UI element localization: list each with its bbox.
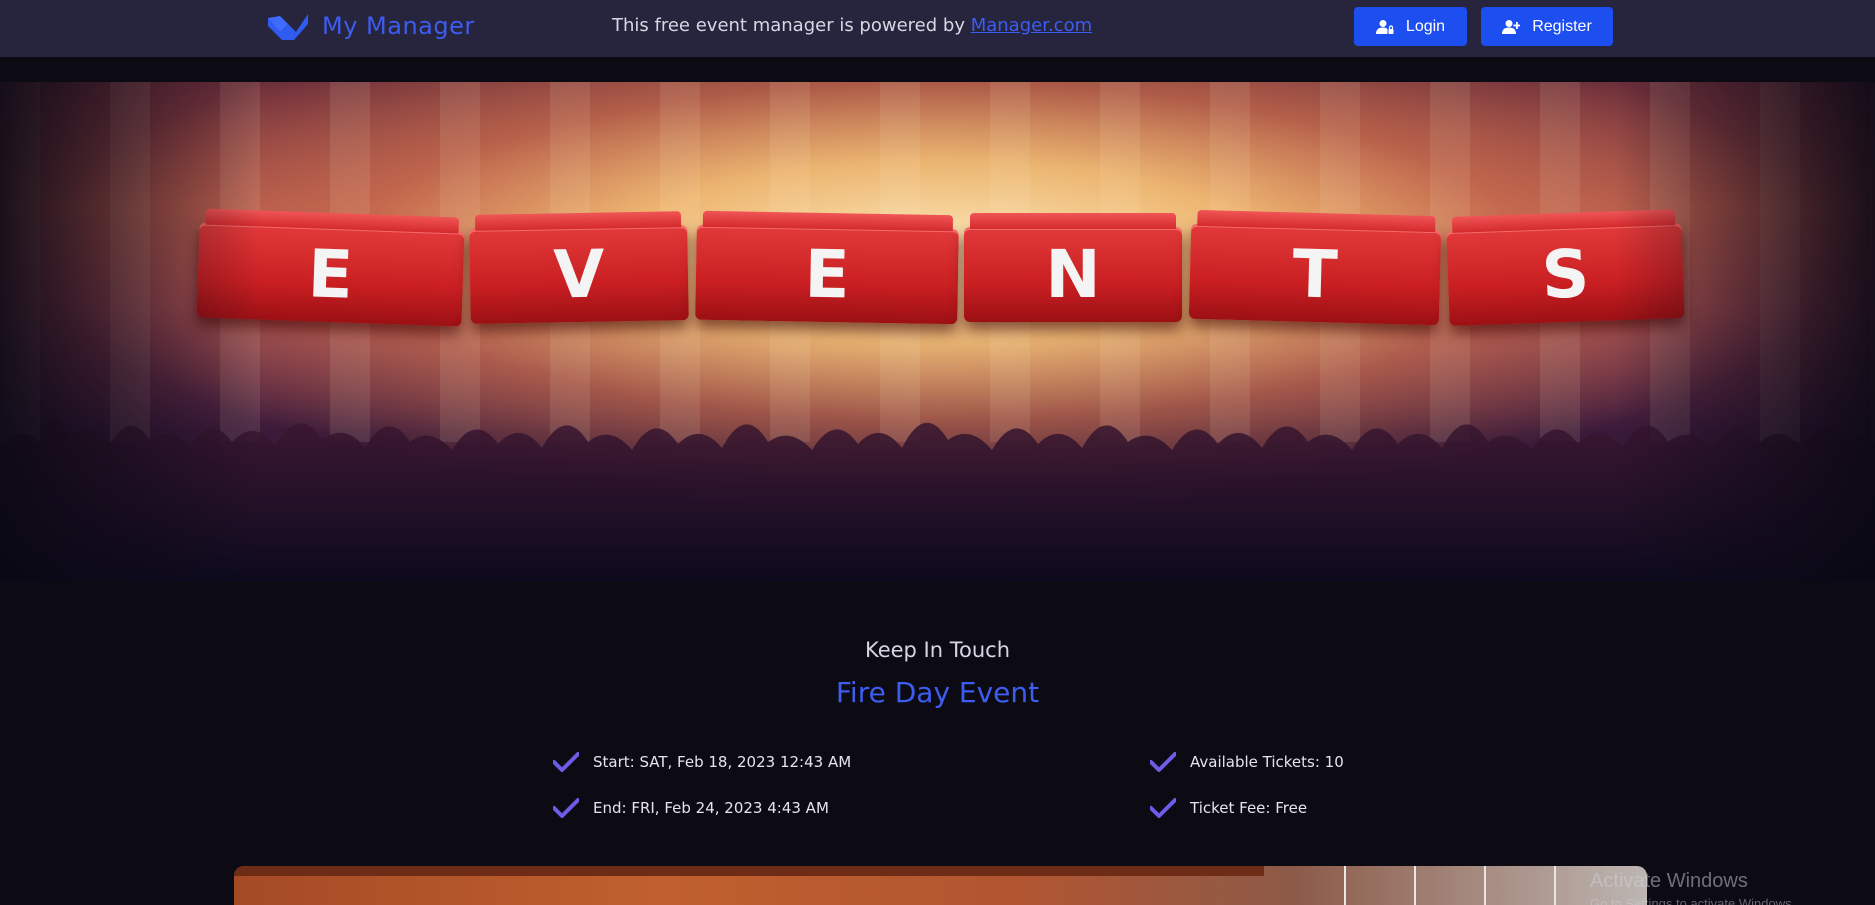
- letter-cube: V: [469, 211, 689, 324]
- ticket-fee-text: Ticket Fee: Free: [1190, 799, 1308, 817]
- event-start-text: Start: SAT, Feb 18, 2023 12:43 AM: [593, 753, 852, 771]
- letter-cube: N: [964, 213, 1182, 322]
- login-label: Login: [1405, 17, 1446, 35]
- activate-windows-watermark: Activate Windows: [1590, 870, 1748, 892]
- brand-link[interactable]: My Manager: [266, 8, 475, 44]
- check-icon: [553, 752, 579, 772]
- event-title: Fire Day Event: [835, 676, 1040, 709]
- window-frame: [1414, 866, 1416, 905]
- brand-logo-icon: [268, 14, 308, 40]
- check-icon: [553, 798, 579, 818]
- powered-by-text: This free event manager is powered by Ma…: [612, 15, 1092, 36]
- register-label: Register: [1532, 17, 1592, 35]
- hero-vignette-left: [0, 82, 260, 582]
- navbar-spacer: [0, 57, 1875, 82]
- events-letter-cubes: E V E N T S: [196, 208, 1688, 337]
- powered-by-link[interactable]: Manager.com: [971, 15, 1092, 36]
- user-plus-icon: [1502, 19, 1521, 34]
- top-navbar: My Manager This free event manager is po…: [0, 0, 1875, 57]
- window-frame: [1554, 866, 1556, 905]
- check-icon: [1150, 798, 1176, 818]
- venue-image: [234, 866, 1647, 905]
- hero-banner-image: E V E N T S: [0, 82, 1875, 582]
- login-button[interactable]: Login: [1354, 7, 1467, 46]
- user-lock-icon: [1375, 19, 1394, 34]
- letter-cube: E: [695, 210, 959, 325]
- section-subtitle: Keep In Touch: [864, 638, 1011, 662]
- letter-cube: T: [1188, 209, 1442, 326]
- event-end-text: End: FRI, Feb 24, 2023 4:43 AM: [593, 799, 829, 817]
- ceiling-beam: [234, 866, 1264, 876]
- brand-name: My Manager: [322, 12, 475, 40]
- window-frame: [1344, 866, 1346, 905]
- available-tickets-text: Available Tickets: 10: [1190, 753, 1344, 771]
- event-end-item: End: FRI, Feb 24, 2023 4:43 AM: [553, 798, 829, 818]
- ticket-fee-item: Ticket Fee: Free: [1150, 798, 1307, 818]
- register-button[interactable]: Register: [1481, 7, 1613, 46]
- available-tickets-item: Available Tickets: 10: [1150, 752, 1344, 772]
- window-frame: [1484, 866, 1486, 905]
- activate-windows-subtext: Go to Settings to activate Windows.: [1590, 896, 1796, 905]
- crowd-silhouette: [0, 420, 1875, 582]
- powered-by-prefix: This free event manager is powered by: [612, 15, 971, 36]
- event-start-item: Start: SAT, Feb 18, 2023 12:43 AM: [553, 752, 851, 772]
- hero-vignette-right: [1615, 82, 1875, 582]
- check-icon: [1150, 752, 1176, 772]
